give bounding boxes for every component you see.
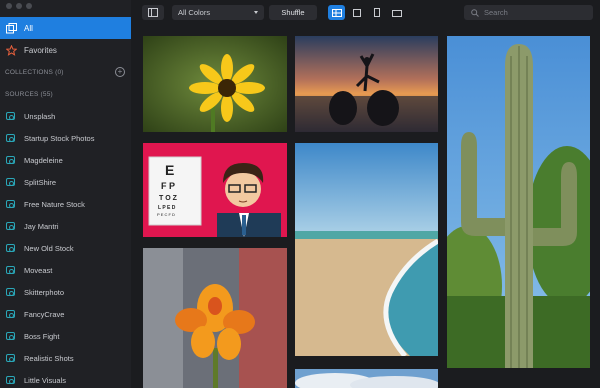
toggle-sidebar-button[interactable] [142, 5, 164, 20]
camera-icon [6, 134, 15, 142]
source-label: Boss Fight [24, 331, 60, 341]
photo-tile-yellow-flower[interactable] [143, 36, 287, 132]
sidebar-item-all[interactable]: All [0, 17, 131, 39]
add-collection-button[interactable]: + [115, 67, 125, 77]
search-input[interactable] [484, 8, 584, 17]
source-label: Moveast [24, 265, 53, 275]
svg-text:F P: F P [161, 181, 175, 191]
eye-chart-photo: E F P T O Z L P E D P E C F D [143, 143, 287, 237]
photo-tile-yoga-sunset[interactable] [295, 36, 438, 132]
svg-text:L P E D: L P E D [158, 205, 176, 211]
chevron-down-icon [254, 11, 258, 14]
maximize-window-button[interactable] [26, 3, 32, 9]
shuffle-button[interactable]: Shuffle [269, 5, 317, 20]
portrait-view-icon [373, 4, 380, 22]
source-label: Realistic Shots [24, 353, 74, 363]
sidebar-toggle-icon [148, 4, 158, 22]
gallery-icon [5, 22, 17, 34]
camera-icon [6, 332, 15, 340]
sidebar-source-item[interactable]: Boss Fight [0, 325, 131, 347]
source-label: Startup Stock Photos [24, 133, 95, 143]
source-label: Jay Mantri [24, 221, 59, 231]
yoga-sunset-photo [295, 36, 438, 132]
sidebar-source-item[interactable]: FancyCrave [0, 303, 131, 325]
sidebar-source-item[interactable]: Moveast [0, 259, 131, 281]
camera-icon [6, 178, 15, 186]
sources-section-title: SOURCES (55) [5, 91, 53, 98]
source-label: Free Nature Stock [24, 199, 85, 209]
sidebar-source-item[interactable]: Free Nature Stock [0, 193, 131, 215]
close-window-button[interactable] [6, 3, 12, 9]
camera-icon [6, 310, 15, 318]
source-label: SplitShire [24, 177, 57, 187]
view-portrait-button[interactable] [368, 5, 385, 20]
window-controls [6, 3, 32, 9]
color-filter-dropdown[interactable]: All Colors [172, 5, 264, 20]
source-label: New Old Stock [24, 243, 74, 253]
view-landscape-button[interactable] [388, 5, 405, 20]
orange-flower-photo [143, 248, 287, 388]
minimize-window-button[interactable] [16, 3, 22, 9]
color-filter-value: All Colors [178, 8, 211, 17]
sidebar-item-label: Favorites [24, 45, 57, 55]
source-label: Unsplash [24, 111, 56, 121]
star-icon [5, 44, 17, 56]
search-box[interactable] [464, 5, 593, 20]
sidebar-source-item[interactable]: Realistic Shots [0, 347, 131, 369]
photo-tile-beach[interactable] [295, 143, 438, 356]
source-label: FancyCrave [24, 309, 65, 319]
sidebar-source-item[interactable]: SplitShire [0, 171, 131, 193]
sidebar-source-item[interactable]: New Old Stock [0, 237, 131, 259]
svg-text:P E C F D: P E C F D [157, 212, 175, 217]
photo-tile-eye-chart[interactable]: E F P T O Z L P E D P E C F D [143, 143, 287, 237]
collections-section-title: COLLECTIONS (0) [5, 69, 64, 76]
svg-text:T O Z: T O Z [159, 195, 178, 202]
source-label: Little Visuals [24, 375, 66, 385]
photo-tile-saguaro-cactus[interactable] [447, 36, 590, 368]
square-view-icon [352, 4, 361, 22]
camera-icon [6, 156, 15, 164]
search-icon [471, 8, 479, 17]
sidebar-item-label: All [24, 23, 33, 33]
yellow-flower-photo [143, 36, 287, 132]
source-label: Skitterphoto [24, 287, 65, 297]
photo-tile-orange-flower[interactable] [143, 248, 287, 388]
landscape-view-icon [391, 4, 402, 22]
toolbar: All Colors Shuffle [131, 0, 600, 26]
camera-icon [6, 222, 15, 230]
sidebar-source-item[interactable]: Little Visuals [0, 369, 131, 388]
beach-photo [295, 143, 438, 356]
sidebar-source-item[interactable]: Skitterphoto [0, 281, 131, 303]
camera-icon [6, 200, 15, 208]
saguaro-cactus-photo [447, 36, 590, 368]
view-grid-button[interactable] [328, 5, 345, 20]
photo-tile-clouds[interactable] [295, 369, 438, 388]
source-label: Magdeleine [24, 155, 63, 165]
svg-text:E: E [165, 162, 174, 178]
sidebar-source-item[interactable]: Jay Mantri [0, 215, 131, 237]
clouds-photo [295, 369, 438, 388]
view-single-button[interactable] [348, 5, 365, 20]
camera-icon [6, 376, 15, 384]
sidebar-source-item[interactable]: Startup Stock Photos [0, 127, 131, 149]
sidebar: All Favorites COLLECTIONS (0) + SOURCES … [0, 0, 131, 388]
camera-icon [6, 112, 15, 120]
sidebar-source-item[interactable]: Unsplash [0, 105, 131, 127]
sidebar-source-item[interactable]: Magdeleine [0, 149, 131, 171]
camera-icon [6, 354, 15, 362]
camera-icon [6, 244, 15, 252]
camera-icon [6, 288, 15, 296]
camera-icon [6, 266, 15, 274]
sidebar-item-favorites[interactable]: Favorites [0, 39, 131, 61]
grid-view-icon [331, 4, 342, 22]
